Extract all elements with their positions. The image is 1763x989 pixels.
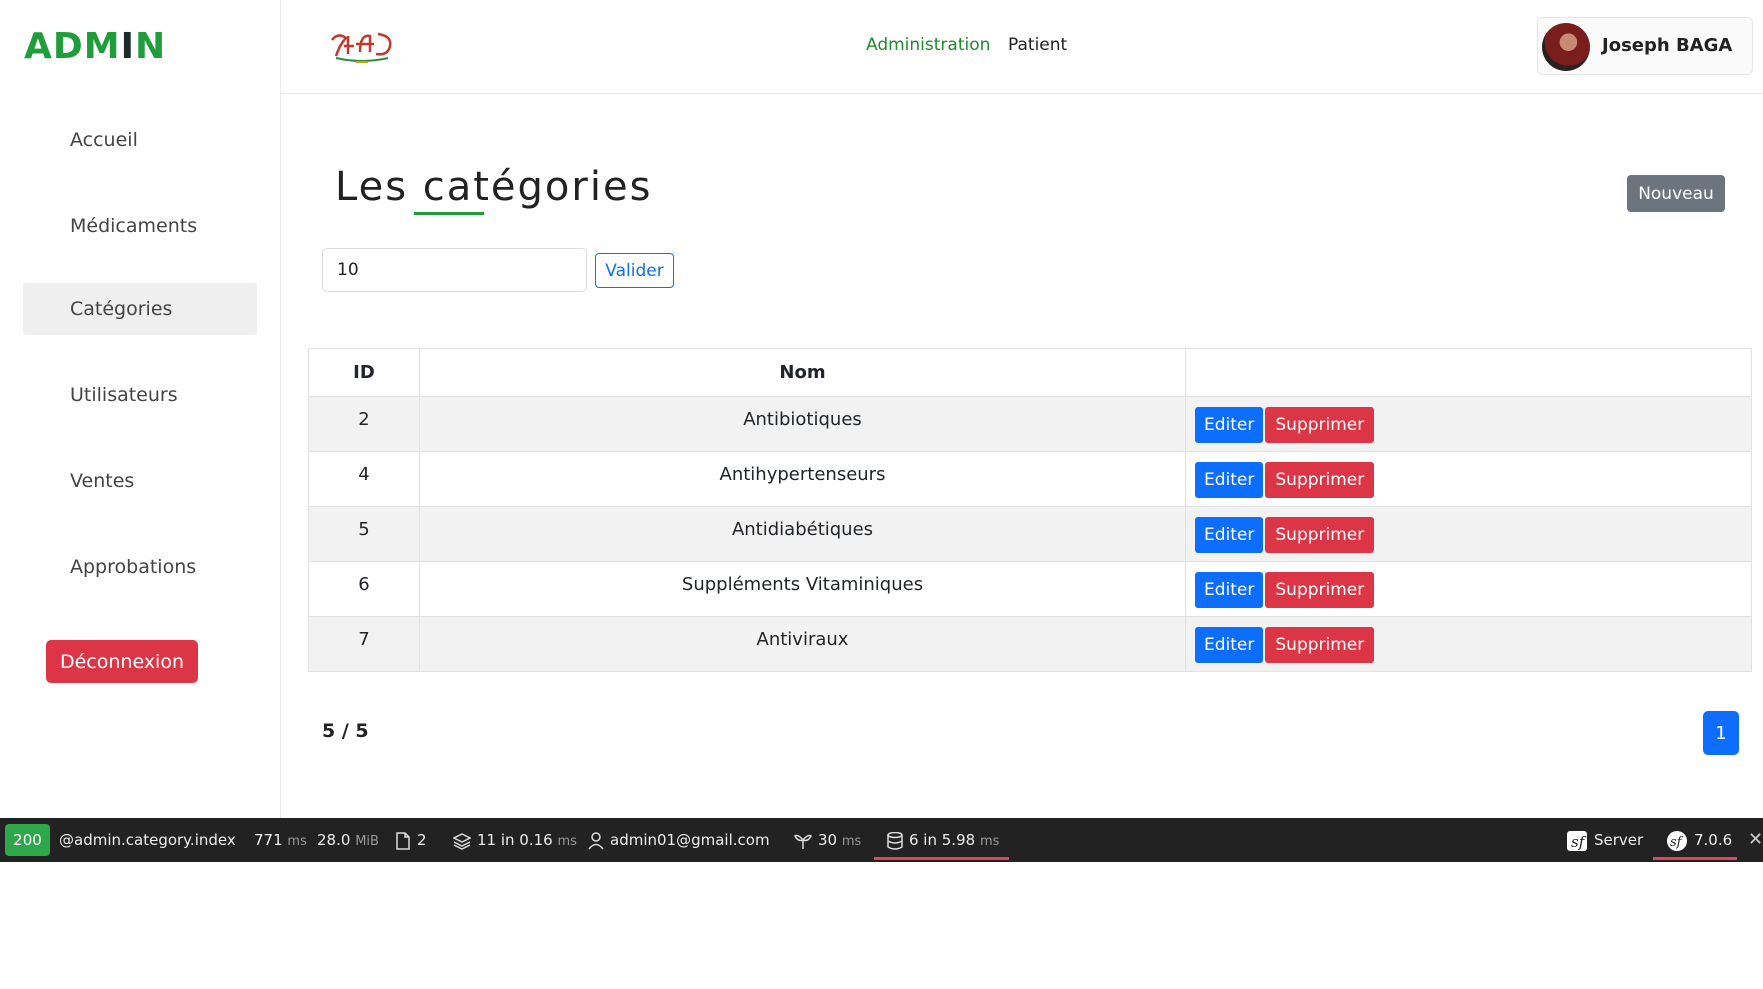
cell-id: 4 (308, 451, 420, 507)
sidebar-item-approbations[interactable]: Approbations (23, 541, 257, 593)
sidebar: ADMIN Accueil Médicaments Catégories Uti… (0, 0, 281, 818)
request-time[interactable]: 771 ms (254, 818, 307, 862)
clinic-logo[interactable] (326, 26, 398, 66)
column-header-actions (1185, 348, 1752, 397)
database-icon (887, 831, 903, 850)
per-page-input[interactable] (322, 248, 587, 292)
sidebar-item-medicaments[interactable]: Médicaments (23, 200, 257, 252)
twig-value: 30 (818, 831, 838, 849)
debug-toolbar: 200 @admin.category.index 771 ms 28.0 Mi… (0, 818, 1763, 862)
symfony-icon: sf (1667, 830, 1687, 851)
cell-actions: Editer Supprimer (1185, 561, 1752, 617)
edit-button[interactable]: Editer (1195, 572, 1264, 608)
delete-button[interactable]: Supprimer (1265, 462, 1375, 498)
request-time-unit: ms (287, 834, 307, 849)
cell-actions: Editer Supprimer (1185, 396, 1752, 452)
status-badge[interactable]: 200 (5, 824, 50, 856)
cache-value: 11 in 0.16 (477, 831, 553, 849)
table-row: 4 Antihypertenseurs Editer Supprimer (308, 451, 1752, 507)
table-row: 6 Suppléments Vitaminiques Editer Supprim… (308, 561, 1752, 617)
nav-link-patient[interactable]: Patient (1008, 35, 1067, 55)
leaf-icon (794, 834, 812, 849)
cell-nom: Suppléments Vitaminiques (419, 561, 1186, 617)
sidebar-item-categories[interactable]: Catégories (23, 283, 257, 335)
cell-actions: Editer Supprimer (1185, 451, 1752, 507)
table-row: 2 Antibiotiques Editer Supprimer (308, 396, 1752, 452)
delete-button[interactable]: Supprimer (1265, 627, 1375, 663)
user-name: Joseph BAGA (1602, 35, 1733, 56)
file-icon (396, 831, 410, 850)
files-count: 2 (417, 831, 427, 849)
memory-unit: MiB (355, 834, 379, 849)
edit-button[interactable]: Editer (1195, 462, 1264, 498)
delete-button[interactable]: Supprimer (1265, 517, 1375, 553)
brand-text-part3: N (134, 26, 167, 67)
twig-unit: ms (841, 834, 862, 849)
cell-actions: Editer Supprimer (1185, 506, 1752, 562)
db-value: 6 in 5.98 (909, 831, 976, 849)
edit-button[interactable]: Editer (1195, 627, 1264, 663)
categories-table: ID Nom 2 Antibiotiques Editer Supprimer 4… (308, 348, 1752, 672)
cache-panel[interactable]: 11 in 0.16 ms (453, 818, 577, 862)
title-underline (414, 212, 484, 215)
symfony-icon: sf (1567, 830, 1587, 851)
edit-button[interactable]: Editer (1195, 517, 1264, 553)
cell-id: 2 (308, 396, 420, 452)
table-row: 5 Antidiabétiques Editer Supprimer (308, 506, 1752, 562)
cell-id: 6 (308, 561, 420, 617)
version-panel-indicator (1653, 857, 1737, 860)
page-title: Les catégories (335, 164, 653, 210)
server-label: Server (1594, 831, 1644, 849)
user-panel[interactable]: admin01@gmail.com (588, 818, 770, 862)
user-menu[interactable]: Joseph BAGA (1537, 17, 1753, 75)
column-header-id: ID (308, 348, 420, 397)
db-unit: ms (979, 834, 1000, 849)
edit-button[interactable]: Editer (1195, 407, 1264, 443)
twig-panel[interactable]: 30 ms (794, 818, 861, 862)
nav-link-administration[interactable]: Administration (866, 35, 990, 55)
column-header-nom: Nom (419, 348, 1186, 397)
memory-value: 28.0 (317, 831, 351, 849)
validate-button[interactable]: Valider (595, 253, 674, 288)
database-panel-indicator (874, 857, 1009, 860)
new-category-button[interactable]: Nouveau (1627, 175, 1725, 212)
route-label[interactable]: @admin.category.index (59, 818, 236, 862)
user-icon (588, 831, 604, 849)
pagination-page-1[interactable]: 1 (1703, 711, 1739, 755)
user-email: admin01@gmail.com (610, 831, 770, 849)
cell-id: 5 (308, 506, 420, 562)
version-panel[interactable]: sf 7.0.6 (1666, 818, 1732, 862)
top-header: Administration Patient Joseph BAGA (281, 0, 1763, 94)
close-icon[interactable]: ✕ (1748, 818, 1763, 862)
database-panel[interactable]: 6 in 5.98 ms (887, 818, 999, 862)
sidebar-item-accueil[interactable]: Accueil (23, 114, 257, 166)
layers-icon (453, 832, 471, 850)
sidebar-item-utilisateurs[interactable]: Utilisateurs (23, 369, 257, 421)
cell-id: 7 (308, 616, 420, 672)
cache-unit: ms (557, 834, 577, 849)
server-panel[interactable]: sf Server (1566, 818, 1643, 862)
sidebar-item-ventes[interactable]: Ventes (23, 455, 257, 507)
memory-usage[interactable]: 28.0 MiB (317, 818, 379, 862)
results-count: 5 / 5 (322, 720, 369, 742)
request-time-value: 771 (254, 831, 283, 849)
brand-text-part2: I (120, 26, 135, 67)
cell-actions: Editer Supprimer (1185, 616, 1752, 672)
table-row: 7 Antiviraux Editer Supprimer (308, 616, 1752, 672)
version-label: 7.0.6 (1694, 831, 1733, 849)
cell-nom: Antiviraux (419, 616, 1186, 672)
logout-button[interactable]: Déconnexion (46, 640, 198, 683)
files-panel[interactable]: 2 (395, 818, 427, 862)
brand-text-part1: ADM (24, 26, 121, 67)
avatar (1542, 23, 1590, 71)
cell-nom: Antidiabétiques (419, 506, 1186, 562)
cell-nom: Antibiotiques (419, 396, 1186, 452)
delete-button[interactable]: Supprimer (1265, 572, 1375, 608)
brand-logo[interactable]: ADMIN (24, 26, 166, 67)
delete-button[interactable]: Supprimer (1265, 407, 1375, 443)
cell-nom: Antihypertenseurs (419, 451, 1186, 507)
